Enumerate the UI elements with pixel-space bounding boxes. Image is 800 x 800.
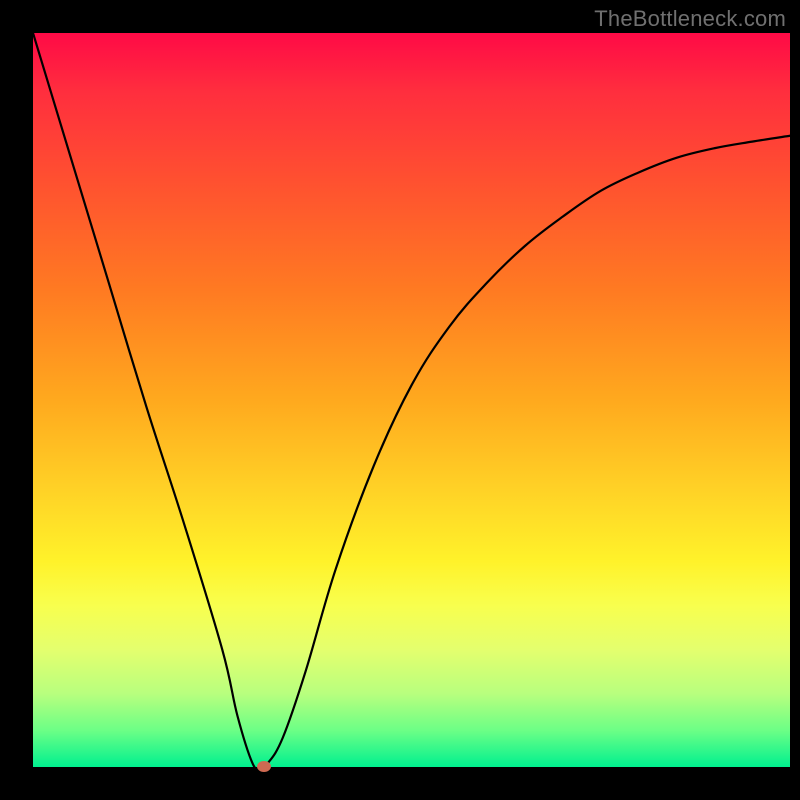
plot-area xyxy=(33,33,790,767)
min-marker xyxy=(257,761,271,772)
chart-frame: TheBottleneck.com xyxy=(0,0,800,800)
watermark-text: TheBottleneck.com xyxy=(594,6,786,32)
bottleneck-curve xyxy=(33,33,790,767)
